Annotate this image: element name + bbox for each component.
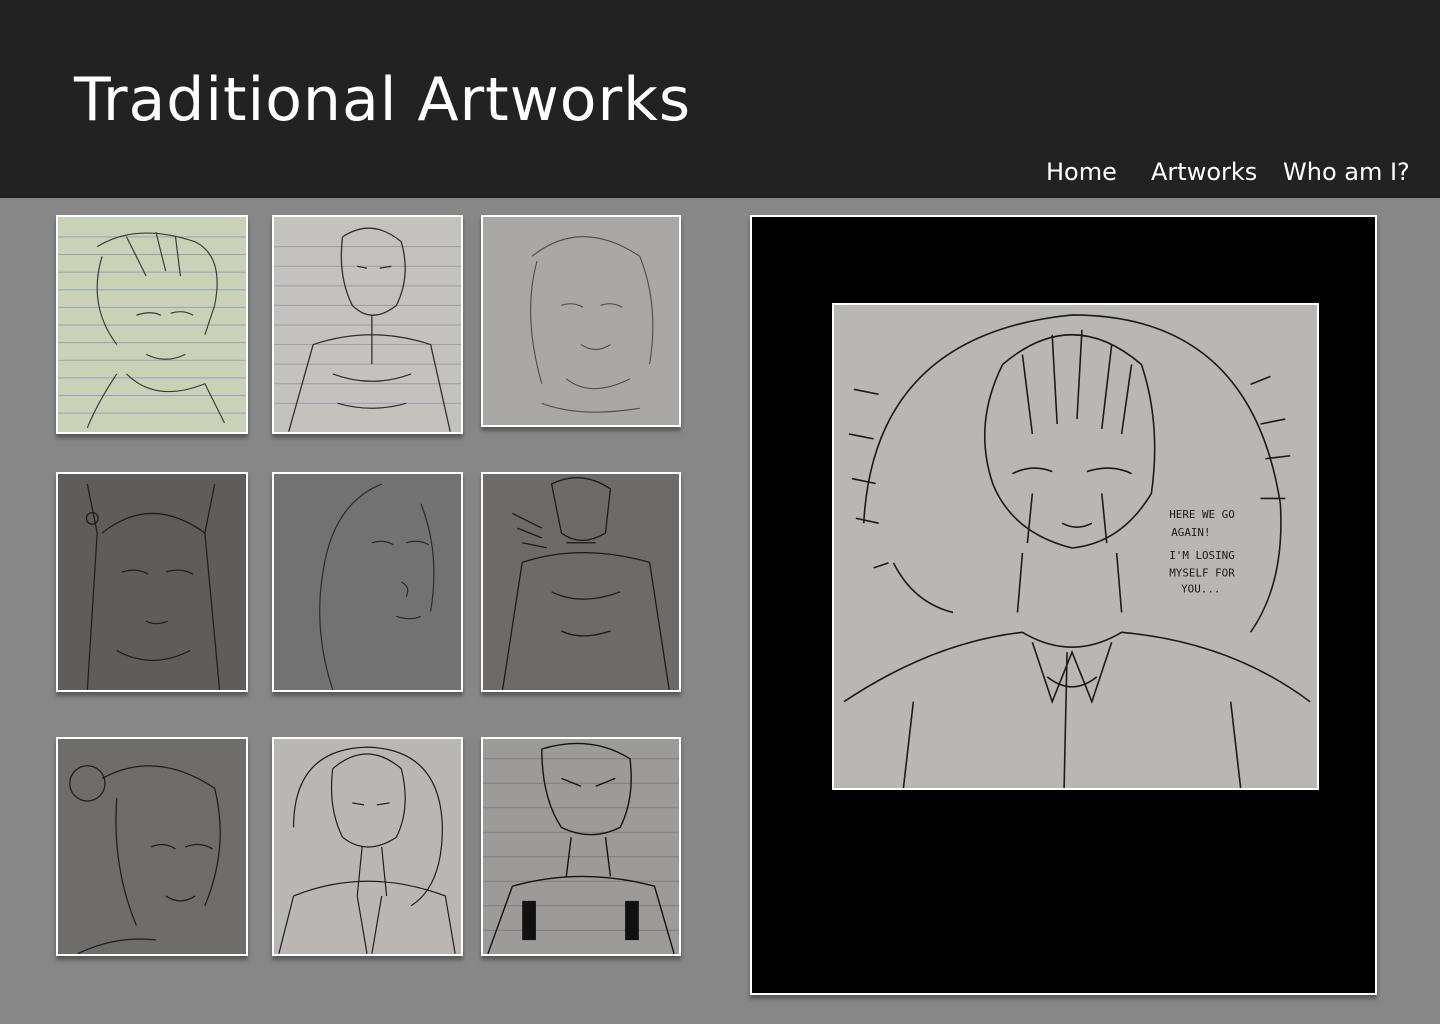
- artwork-thumbnail-4[interactable]: [56, 472, 248, 692]
- caption-line-2: AGAIN!: [1171, 526, 1210, 539]
- sketch-image: [278, 746, 456, 954]
- artwork-thumbnail-1[interactable]: [56, 215, 248, 434]
- sketch-image: [530, 236, 654, 413]
- sketch-image: [319, 483, 435, 690]
- site-header: Traditional Artworks Home Artworks Who a…: [0, 0, 1440, 198]
- artwork-thumbnail-3[interactable]: [481, 215, 681, 427]
- artwork-thumbnail-9[interactable]: [481, 737, 681, 956]
- nav-artworks-link[interactable]: Artworks: [1151, 156, 1257, 188]
- caption-line-5: YOU...: [1181, 583, 1220, 596]
- artwork-thumbnail-5[interactable]: [272, 472, 463, 692]
- sketch-image: [58, 231, 246, 429]
- sketch-image: [483, 742, 679, 954]
- caption-line-3: I'M LOSING: [1169, 549, 1235, 562]
- sketch-image: [69, 765, 221, 954]
- artwork-thumbnail-7[interactable]: [56, 737, 248, 956]
- artwork-thumbnail-8[interactable]: [272, 737, 463, 956]
- featured-artwork[interactable]: HERE WE GO AGAIN! I'M LOSING MYSELF FOR …: [832, 303, 1319, 790]
- sketch-image: [274, 227, 461, 432]
- caption-line-4: MYSELF FOR: [1169, 567, 1235, 580]
- artwork-viewer: HERE WE GO AGAIN! I'M LOSING MYSELF FOR …: [750, 215, 1377, 995]
- page-title: Traditional Artworks: [74, 65, 692, 135]
- nav-who-am-i-link[interactable]: Who am I?: [1283, 156, 1410, 188]
- sketch-image: [85, 483, 221, 690]
- artwork-thumbnail-2[interactable]: [272, 215, 463, 434]
- featured-sketch-image: HERE WE GO AGAIN! I'M LOSING MYSELF FOR …: [843, 314, 1311, 788]
- sketch-image: [501, 477, 670, 690]
- artwork-thumbnail-6[interactable]: [481, 472, 681, 692]
- caption-line-1: HERE WE GO: [1169, 508, 1235, 521]
- nav-home-link[interactable]: Home: [1046, 156, 1117, 188]
